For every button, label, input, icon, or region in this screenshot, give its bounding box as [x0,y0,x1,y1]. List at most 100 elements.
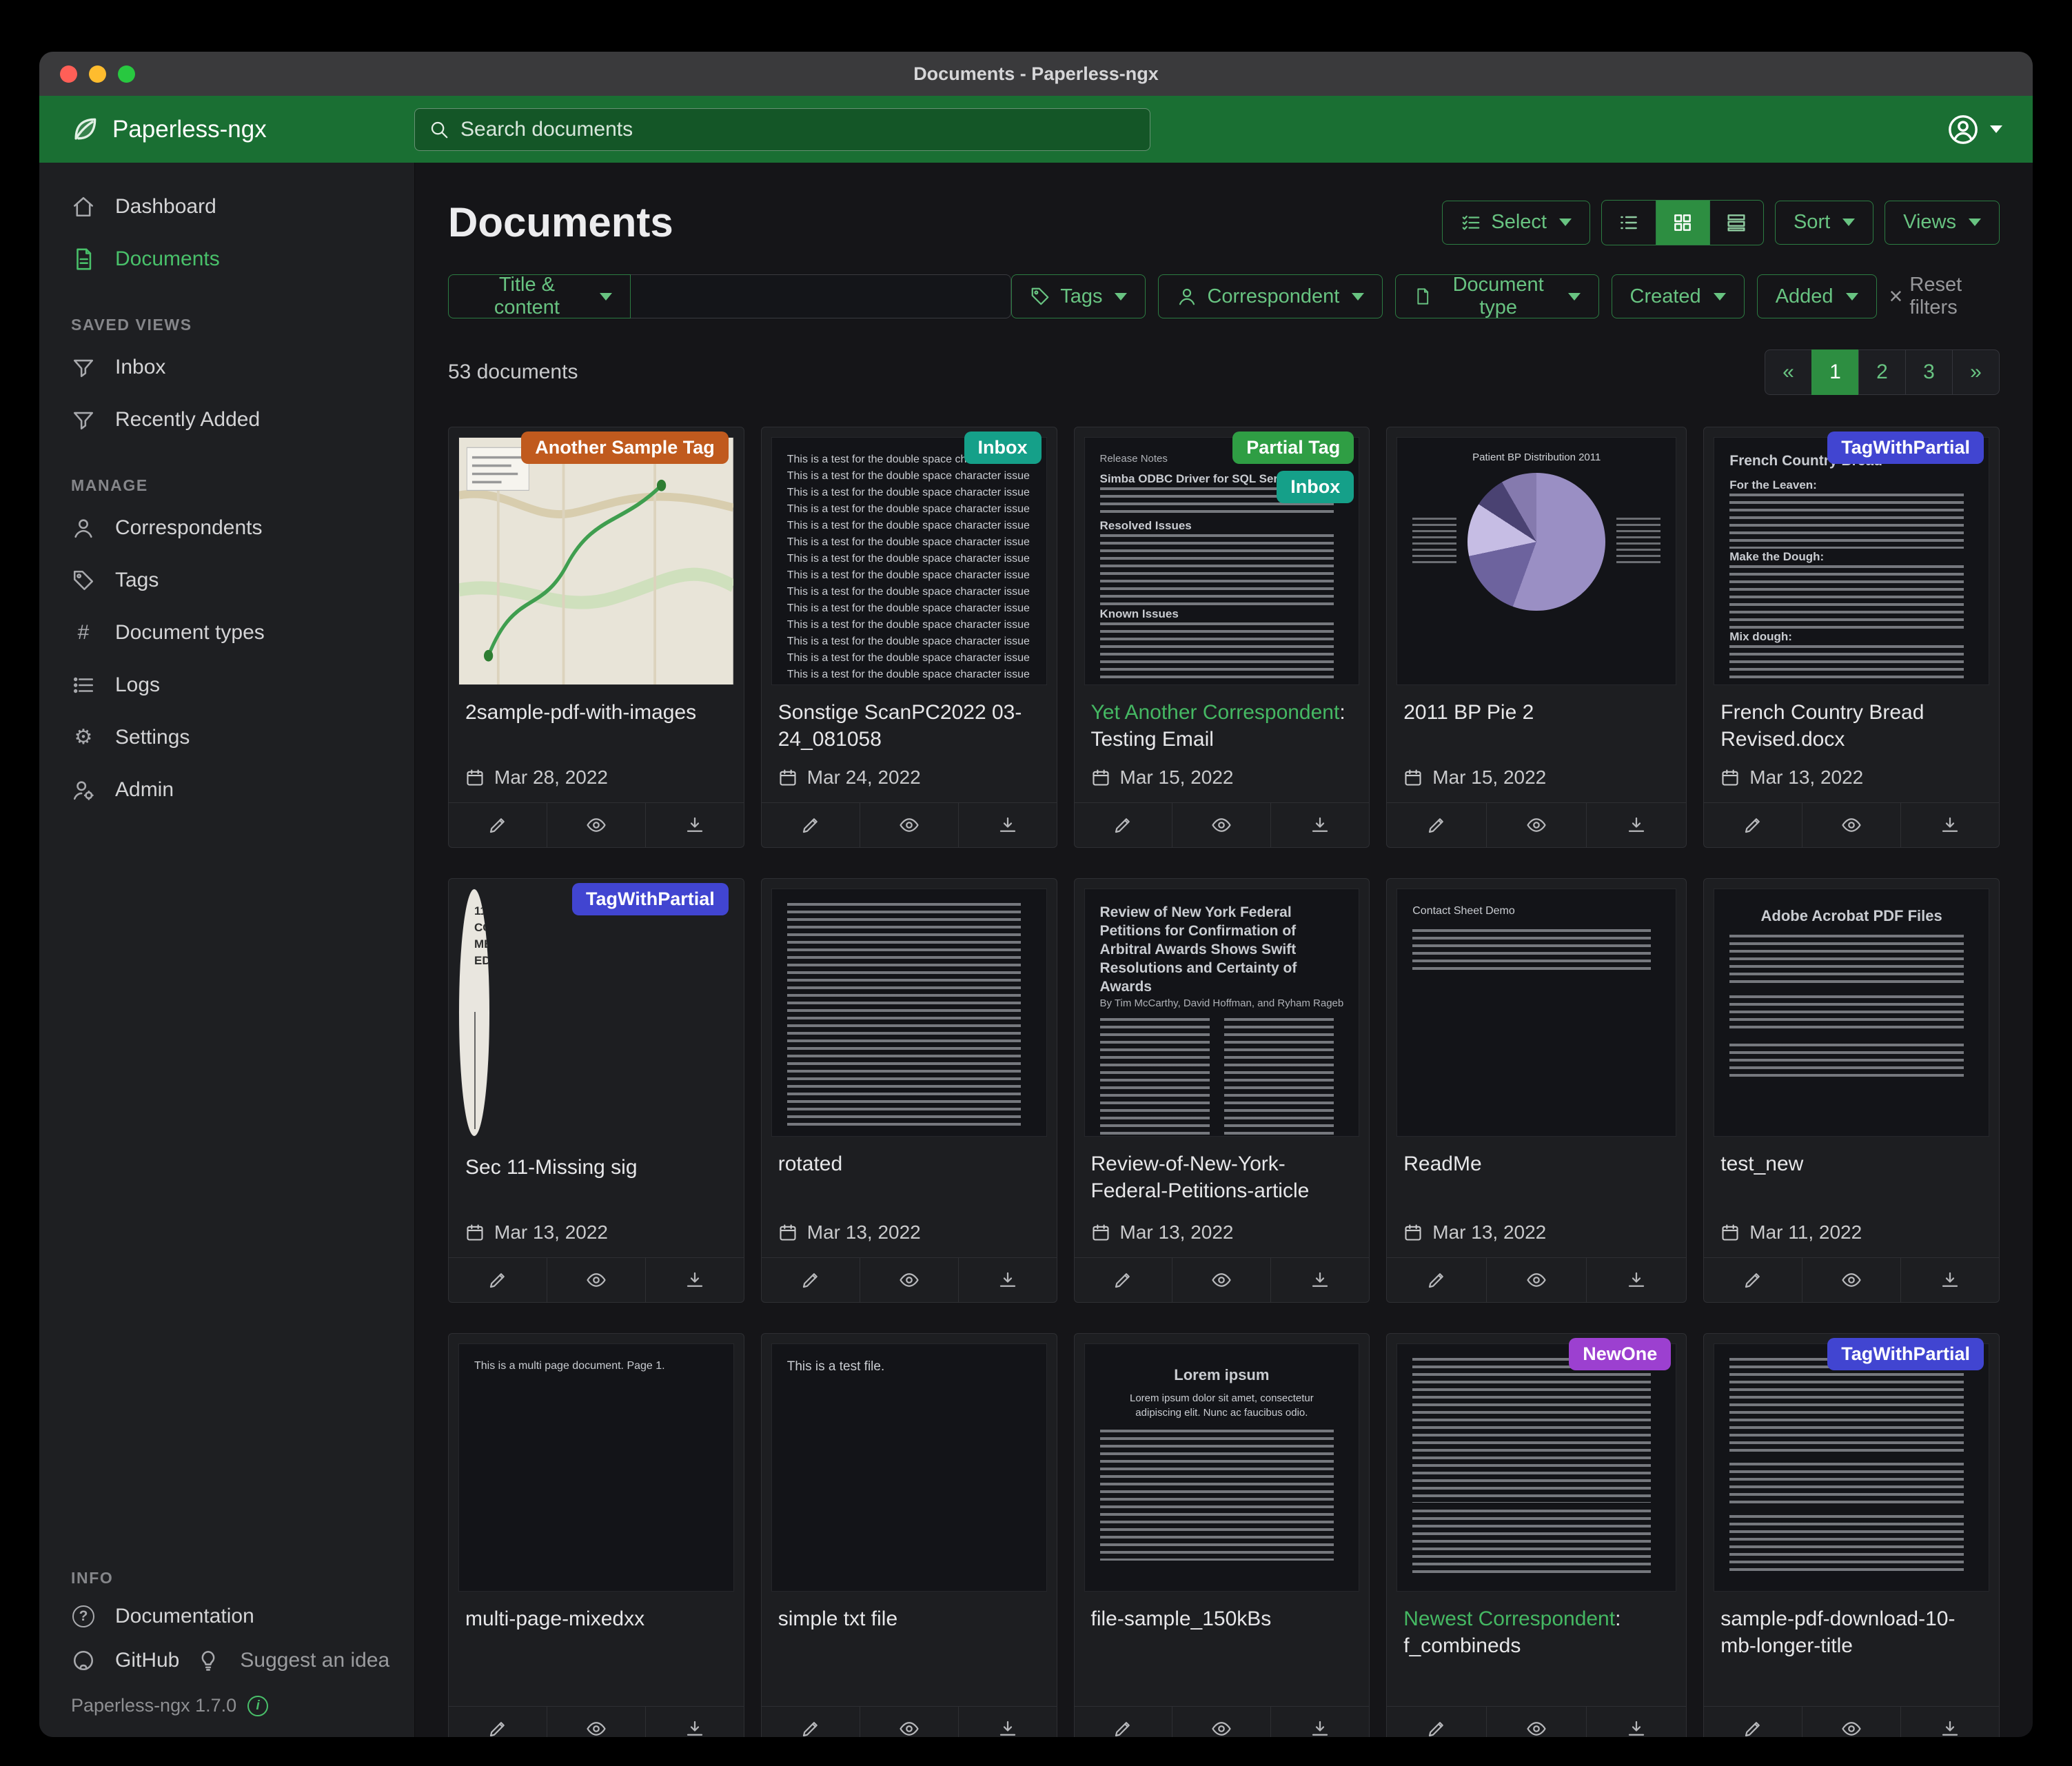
pagination-page-button[interactable]: 1 [1811,349,1859,395]
brand[interactable]: Paperless-ngx [70,114,414,145]
view-grid-button[interactable] [1656,201,1709,245]
document-title[interactable]: simple txt file [762,1592,1057,1661]
edit-document-button[interactable] [449,1707,547,1737]
document-title[interactable]: 2sample-pdf-with-images [449,685,744,754]
sidebar-item-inbox[interactable]: Inbox [39,341,414,394]
document-title[interactable]: Review-of-New-York-Federal-Petitions-art… [1075,1137,1370,1206]
view-document-button[interactable] [1486,1707,1586,1737]
tag-badge[interactable]: TagWithPartial [572,883,729,915]
document-card[interactable]: Contact Sheet Demo ReadMe Mar 13, 2022 [1386,878,1687,1303]
sort-button[interactable]: Sort [1775,201,1873,245]
tag-badge[interactable]: TagWithPartial [1827,432,1984,464]
view-document-button[interactable] [860,1707,958,1737]
download-document-button[interactable] [1900,1258,1999,1302]
document-card[interactable]: TagWithPartial sample-pdf-download-10-mb… [1703,1333,2000,1737]
document-type-filter-button[interactable]: Document type [1395,274,1598,318]
view-list-button[interactable] [1602,201,1656,245]
download-document-button[interactable] [1586,1707,1686,1737]
document-title[interactable]: Newest Correspondent: f_combineds [1387,1592,1686,1661]
sidebar-item-logs[interactable]: Logs [39,659,414,711]
tag-badge[interactable]: NewOne [1569,1338,1671,1370]
sidebar-item-dashboard[interactable]: Dashboard [39,181,414,233]
edit-document-button[interactable] [1704,1258,1802,1302]
edit-document-button[interactable] [1387,1707,1486,1737]
view-document-button[interactable] [1486,1258,1586,1302]
view-document-button[interactable] [1172,1258,1270,1302]
document-card[interactable]: This is a test for the double space char… [761,427,1057,848]
title-content-input[interactable] [631,274,1011,318]
edit-document-button[interactable] [1704,1707,1802,1737]
correspondent-filter-button[interactable]: Correspondent [1158,274,1383,318]
document-title[interactable]: French Country Bread Revised.docx [1704,685,1999,754]
tag-badge[interactable]: Inbox [1277,471,1354,503]
document-card[interactable]: Adobe Acrobat PDF Files test_new Mar 11,… [1703,878,2000,1303]
download-document-button[interactable] [1586,1258,1686,1302]
view-document-button[interactable] [547,1258,645,1302]
document-card[interactable]: Review of New York Federal Petitions for… [1074,878,1370,1303]
view-document-button[interactable] [1172,803,1270,847]
document-title[interactable]: sample-pdf-download-10-mb-longer-title [1704,1592,1999,1661]
select-button[interactable]: Select [1442,201,1590,245]
edit-document-button[interactable] [1075,1258,1172,1302]
download-document-button[interactable] [958,1258,1057,1302]
sidebar-item-correspondents[interactable]: Correspondents [39,502,414,554]
document-title[interactable]: ReadMe [1387,1137,1686,1206]
edit-document-button[interactable] [1387,1258,1486,1302]
edit-document-button[interactable] [449,803,547,847]
views-button[interactable]: Views [1885,201,2000,245]
view-document-button[interactable] [547,803,645,847]
download-document-button[interactable] [645,803,744,847]
view-document-button[interactable] [1486,803,1586,847]
download-document-button[interactable] [1270,1258,1369,1302]
tag-badge[interactable]: Another Sample Tag [521,432,729,464]
sidebar-item-suggest-idea[interactable]: Suggest an idea [179,1638,389,1683]
sidebar-item-documents[interactable]: Documents [39,233,414,285]
edit-document-button[interactable] [449,1258,547,1302]
sidebar-item-admin[interactable]: Admin [39,764,414,816]
download-document-button[interactable] [1270,803,1369,847]
document-title[interactable]: rotated [762,1137,1057,1206]
view-document-button[interactable] [1802,803,1900,847]
download-document-button[interactable] [1900,803,1999,847]
edit-document-button[interactable] [762,1707,860,1737]
sidebar-item-settings[interactable]: ⚙ Settings [39,711,414,764]
edit-document-button[interactable] [762,803,860,847]
view-document-button[interactable] [1802,1707,1900,1737]
edit-document-button[interactable] [1075,1707,1172,1737]
download-document-button[interactable] [958,803,1057,847]
added-filter-button[interactable]: Added [1757,274,1877,318]
document-card[interactable]: Another Sample Tag 2sample-pdf-with-imag… [448,427,744,848]
document-title[interactable]: Sec 11-Missing sig [449,1140,744,1209]
pagination-page-button[interactable]: 3 [1905,349,1953,395]
view-document-button[interactable] [1172,1707,1270,1737]
edit-document-button[interactable] [1704,803,1802,847]
search-bar[interactable] [414,108,1150,151]
view-document-button[interactable] [1802,1258,1900,1302]
document-title[interactable]: multi-page-mixedxx [449,1592,744,1661]
document-card[interactable]: Lorem ipsumLorem ipsum dolor sit amet, c… [1074,1333,1370,1737]
edit-document-button[interactable] [1075,803,1172,847]
view-document-button[interactable] [860,803,958,847]
download-document-button[interactable] [1586,803,1686,847]
download-document-button[interactable] [1900,1707,1999,1737]
sidebar-item-document-types[interactable]: # Document types [39,607,414,659]
document-title[interactable]: test_new [1704,1137,1999,1206]
document-card[interactable]: French Country BreadFor the Leaven:Make … [1703,427,2000,848]
sidebar-item-documentation[interactable]: ? Documentation [39,1594,414,1638]
tag-badge[interactable]: TagWithPartial [1827,1338,1984,1370]
edit-document-button[interactable] [1387,803,1486,847]
document-card[interactable]: 11. CONTINUING MEDICAL EDUCA TagWithPart… [448,878,744,1303]
document-card[interactable]: NewOne Newest Correspondent: f_combineds [1386,1333,1687,1737]
search-input[interactable] [460,118,1136,141]
download-document-button[interactable] [645,1258,744,1302]
tag-badge[interactable]: Partial Tag [1232,432,1354,464]
sidebar-item-tags[interactable]: Tags [39,554,414,607]
document-correspondent[interactable]: Newest Correspondent [1403,1607,1615,1630]
sidebar-item-recently-added[interactable]: Recently Added [39,394,414,446]
document-title[interactable]: Yet Another Correspondent: Testing Email [1075,685,1370,754]
document-card[interactable]: This is a test file. simple txt file [761,1333,1057,1737]
download-document-button[interactable] [1270,1707,1369,1737]
document-title[interactable]: file-sample_150kBs [1075,1592,1370,1661]
document-card[interactable]: Patient BP Distribution 2011 2011 BP Pie… [1386,427,1687,848]
user-menu[interactable] [1947,114,2002,145]
